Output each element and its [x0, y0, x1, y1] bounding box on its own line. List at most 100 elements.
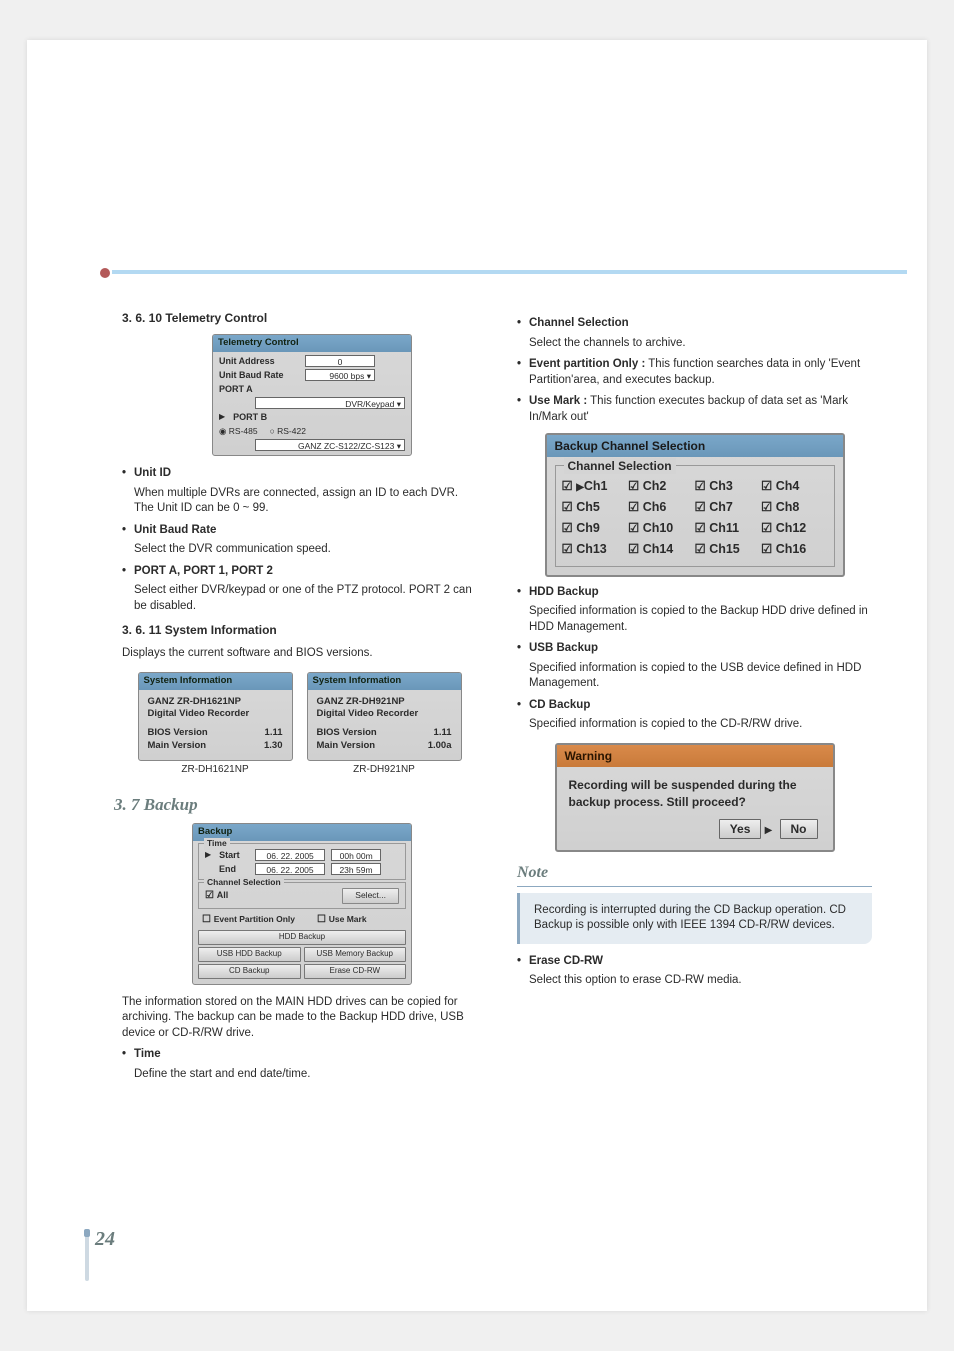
hdd-backup-button[interactable]: HDD Backup — [198, 930, 406, 945]
portb-select[interactable]: GANZ ZC-S122/ZC-S123 ▾ — [255, 439, 405, 451]
sys1-bios-v: 1.11 — [265, 727, 283, 740]
sys2-bios-l: BIOS Version — [317, 727, 434, 740]
usb-hdd-backup-button[interactable]: USB HDD Backup — [198, 947, 301, 962]
ch4-checkbox[interactable]: Ch4 — [761, 476, 828, 497]
ch10-checkbox[interactable]: Ch10 — [628, 518, 695, 539]
end-date-input[interactable]: 06. 22. 2005 — [255, 863, 325, 875]
ch3-checkbox[interactable]: Ch3 — [695, 476, 762, 497]
cd-term: CD Backup — [529, 699, 590, 711]
epo-term: Event partition Only : — [529, 358, 645, 370]
bullet-um: • Use Mark : This function executes back… — [517, 394, 872, 425]
end-time-input[interactable]: 23h 59m — [331, 863, 381, 875]
note-heading: Note — [517, 862, 872, 887]
rs485-radio[interactable]: RS-485 — [219, 426, 258, 437]
time-group-label: Time — [204, 838, 230, 849]
sys1-main-v: 1.30 — [264, 740, 283, 753]
cursor-arrow-icon: ▶ — [576, 482, 584, 493]
ch7-checkbox[interactable]: Ch7 — [695, 497, 762, 518]
porta-value: DVR/Keypad — [345, 399, 394, 409]
portb-value: GANZ ZC-S122/ZC-S123 — [298, 441, 394, 451]
warning-title: Warning — [557, 745, 833, 767]
um-term: Use Mark : — [529, 395, 587, 407]
unit-baud-select[interactable]: 9600 bps ▾ — [305, 369, 375, 381]
time-term: Time — [134, 1048, 161, 1060]
bullet-hdd: • HDD Backup — [517, 585, 872, 601]
manual-page: 3. 6. 10 Telemetry Control Telemetry Con… — [27, 40, 927, 1311]
sys2-main-v: 1.00a — [428, 740, 452, 753]
port-term: PORT A, PORT 1, PORT 2 — [134, 565, 273, 577]
unit-baud-label: Unit Baud Rate — [219, 369, 299, 381]
erase-cdrw-button[interactable]: Erase CD-RW — [304, 964, 407, 979]
ch2-checkbox[interactable]: Ch2 — [628, 476, 695, 497]
right-column: • Channel Selection Select the channels … — [517, 310, 872, 1086]
panel-title: System Information — [139, 673, 292, 690]
bullet-usb: • USB Backup — [517, 641, 872, 657]
ch16-checkbox[interactable]: Ch16 — [761, 539, 828, 560]
all-checkbox[interactable]: All — [205, 889, 228, 903]
bullet-time: • Time — [122, 1047, 477, 1063]
ch14-checkbox[interactable]: Ch14 — [628, 539, 695, 560]
ch8-checkbox[interactable]: Ch8 — [761, 497, 828, 518]
note-block: Note Recording is interrupted during the… — [517, 862, 872, 944]
cursor-arrow-icon: ▶ — [205, 850, 211, 861]
sys2-caption: ZR-DH921NP — [307, 763, 462, 777]
ch15-checkbox[interactable]: Ch15 — [695, 539, 762, 560]
start-time-input[interactable]: 00h 00m — [331, 849, 381, 861]
header-rule — [112, 270, 907, 274]
page-tick-icon — [85, 1229, 89, 1281]
warning-body: Recording will be suspended during the b… — [557, 767, 833, 821]
port-body: Select either DVR/keypad or one of the P… — [122, 583, 477, 614]
select-button[interactable]: Select... — [342, 888, 399, 903]
usb-body: Specified information is copied to the U… — [517, 661, 872, 692]
usemark-checkbox[interactable]: Use Mark — [317, 913, 367, 927]
usb-mem-backup-button[interactable]: USB Memory Backup — [304, 947, 407, 962]
ch11-checkbox[interactable]: Ch11 — [695, 518, 762, 539]
yes-button[interactable]: Yes — [719, 819, 762, 839]
ch9-checkbox[interactable]: Ch9 — [562, 518, 629, 539]
ch5-checkbox[interactable]: Ch5 — [562, 497, 629, 518]
hdd-term: HDD Backup — [529, 586, 599, 598]
ch1-checkbox[interactable]: ▶Ch1 — [562, 476, 629, 497]
hdd-body: Specified information is copied to the B… — [517, 604, 872, 635]
panel-title: Telemetry Control — [213, 335, 411, 352]
usb-term: USB Backup — [529, 642, 598, 654]
ch-label: Ch1 — [584, 479, 608, 493]
bullet-port: • PORT A, PORT 1, PORT 2 — [122, 564, 477, 580]
panel-title: System Information — [308, 673, 461, 690]
sys1-caption: ZR-DH1621NP — [138, 763, 293, 777]
erase-term: Erase CD-RW — [529, 955, 603, 967]
start-date-input[interactable]: 06. 22. 2005 — [255, 849, 325, 861]
heading-sysinfo: 3. 6. 11 System Information — [122, 622, 477, 638]
ch12-checkbox[interactable]: Ch12 — [761, 518, 828, 539]
warning-panel: Warning Recording will be suspended duri… — [555, 743, 835, 852]
rs422-radio[interactable]: RS-422 — [270, 426, 306, 437]
cs-body: Select the channels to archive. — [517, 336, 872, 352]
cd-backup-button[interactable]: CD Backup — [198, 964, 301, 979]
epo-checkbox[interactable]: Event Partition Only — [202, 913, 295, 927]
sysinfo-panel-2: System Information GANZ ZR-DH921NP Digit… — [307, 672, 462, 777]
backup-panel: Backup Time ▶Start 06. 22. 2005 00h 00m … — [192, 823, 412, 984]
bullet-unit-id: • Unit ID — [122, 466, 477, 482]
unit-id-term: Unit ID — [134, 467, 171, 479]
ch6-checkbox[interactable]: Ch6 — [628, 497, 695, 518]
telemetry-panel: Telemetry Control Unit Address 0 Unit Ba… — [212, 334, 412, 456]
sys2-model: GANZ ZR-DH921NP — [317, 696, 452, 709]
porta-select[interactable]: DVR/Keypad ▾ — [255, 397, 405, 409]
sys1-bios-l: BIOS Version — [148, 727, 265, 740]
unit-baud-value: 9600 bps — [329, 371, 364, 381]
start-label: Start — [219, 849, 249, 861]
porta-label: PORT A — [219, 383, 253, 395]
end-label: End — [219, 863, 249, 875]
sysinfo-panel-1: System Information GANZ ZR-DH1621NP Digi… — [138, 672, 293, 777]
heading-backup: 3. 7 Backup — [114, 794, 477, 817]
panel-title: Backup Channel Selection — [547, 435, 843, 457]
unit-address-input[interactable]: 0 — [305, 355, 375, 367]
backup-body: The information stored on the MAIN HDD d… — [122, 995, 477, 1042]
bullet-unit-baud: • Unit Baud Rate — [122, 523, 477, 539]
erase-body: Select this option to erase CD-RW media. — [517, 973, 872, 989]
ch13-checkbox[interactable]: Ch13 — [562, 539, 629, 560]
no-button[interactable]: No — [780, 819, 818, 839]
sys2-desc: Digital Video Recorder — [317, 708, 452, 721]
bullet-erase: • Erase CD-RW — [517, 954, 872, 970]
note-body: Recording is interrupted during the CD B… — [517, 893, 872, 944]
